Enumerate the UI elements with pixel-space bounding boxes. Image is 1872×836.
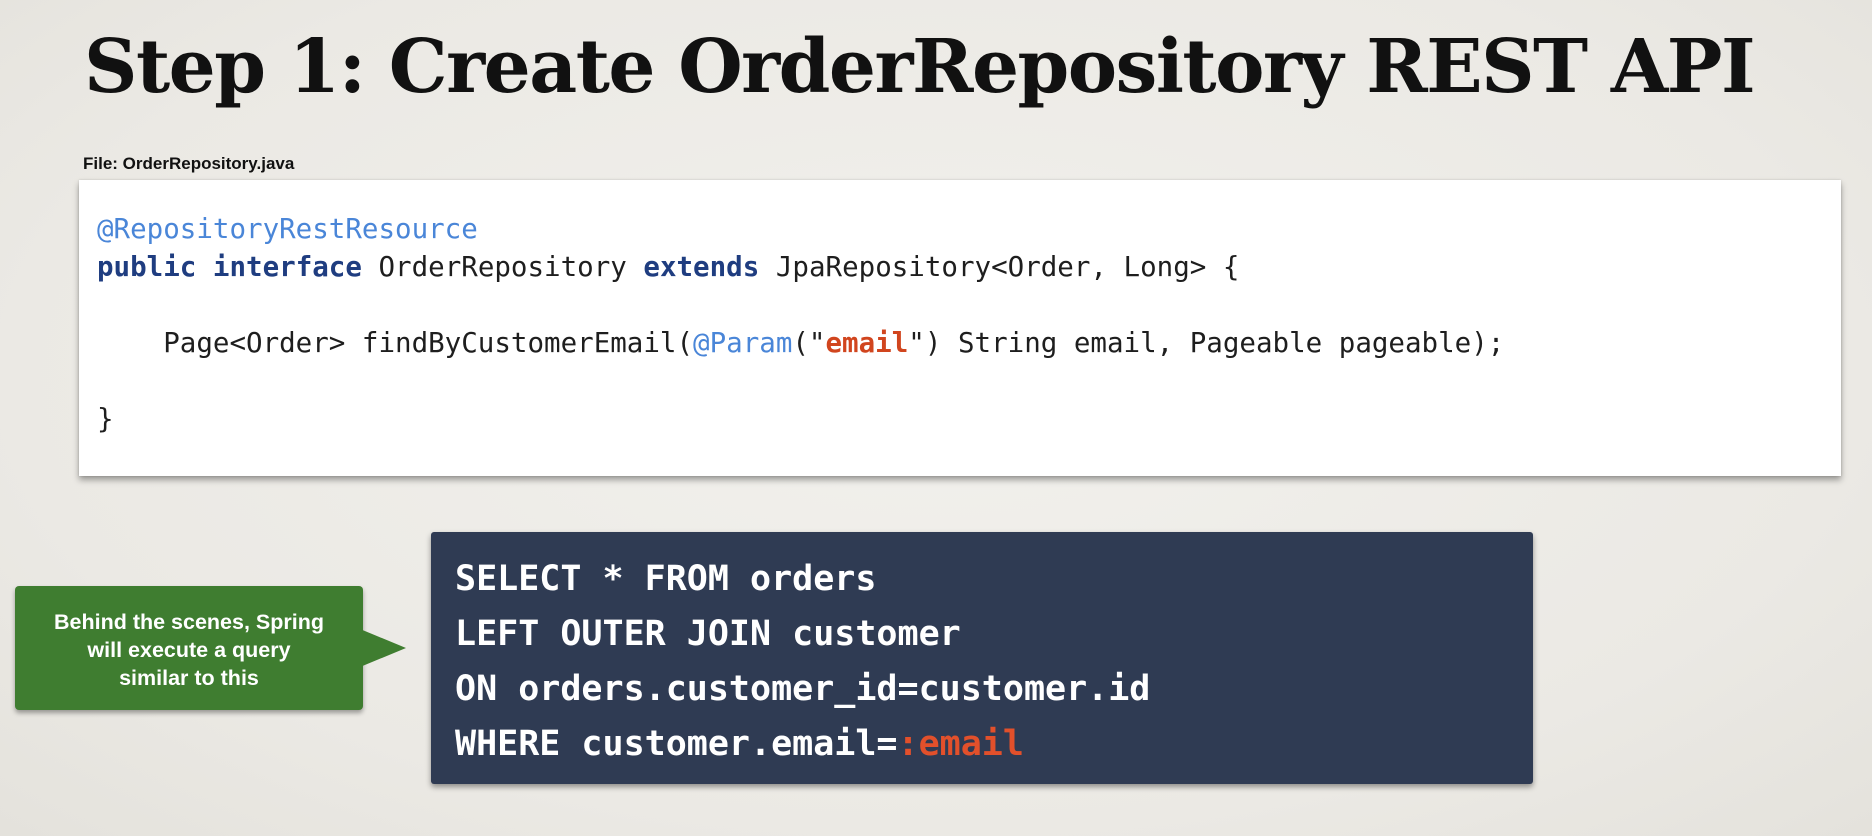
param-string-value: email: [825, 327, 909, 359]
sql-query: SELECT * FROM orders LEFT OUTER JOIN cust…: [455, 552, 1150, 772]
sql-email-parameter: :email: [897, 724, 1024, 764]
code-block: @RepositoryRestResource public interface …: [79, 180, 1841, 476]
callout-line: similar to this: [119, 666, 259, 690]
closing-brace: }: [97, 403, 114, 435]
slide-title: Step 1: Create OrderRepository REST API: [84, 24, 1756, 110]
param-paren-open: (": [792, 327, 826, 359]
extends-clause: JpaRepository<Order, Long> {: [759, 251, 1240, 283]
method-signature-end: ") String email, Pageable pageable);: [908, 327, 1505, 359]
sql-line: ON orders.customer_id=customer.id: [455, 669, 1151, 709]
java-code: @RepositoryRestResource public interface …: [97, 210, 1504, 438]
method-signature-start: Page<Order> findByCustomerEmail(: [97, 327, 694, 359]
file-label: File: OrderRepository.java: [83, 154, 295, 173]
code-line-closing: }: [97, 400, 1504, 438]
sql-line: LEFT OUTER JOIN customer: [455, 614, 961, 654]
code-line-annotation: @RepositoryRestResource: [97, 210, 1504, 248]
callout-text: Behind the scenes, Spring will execute a…: [15, 608, 363, 692]
callout-pointer-arrow: [360, 629, 406, 667]
callout-line: will execute a query: [87, 638, 291, 662]
interface-name: OrderRepository: [361, 251, 644, 283]
repository-rest-resource-annotation: @RepositoryRestResource: [97, 213, 478, 245]
sql-line: WHERE customer.email=:email: [455, 717, 1150, 772]
keyword-public: public: [97, 251, 197, 283]
callout-line: Behind the scenes, Spring: [54, 610, 324, 634]
param-annotation: @Param: [693, 327, 793, 359]
code-line-method: Page<Order> findByCustomerEmail(@Param("…: [97, 324, 1504, 362]
sql-line: SELECT * FROM orders: [455, 559, 877, 599]
keyword-interface: interface: [212, 251, 362, 283]
sql-where-clause: WHERE customer.email=: [455, 724, 898, 764]
code-line-interface: public interface OrderRepository extends…: [97, 248, 1504, 286]
keyword-extends: extends: [643, 251, 760, 283]
callout-box: Behind the scenes, Spring will execute a…: [15, 586, 363, 710]
sql-query-block: SELECT * FROM orders LEFT OUTER JOIN cust…: [431, 532, 1533, 784]
